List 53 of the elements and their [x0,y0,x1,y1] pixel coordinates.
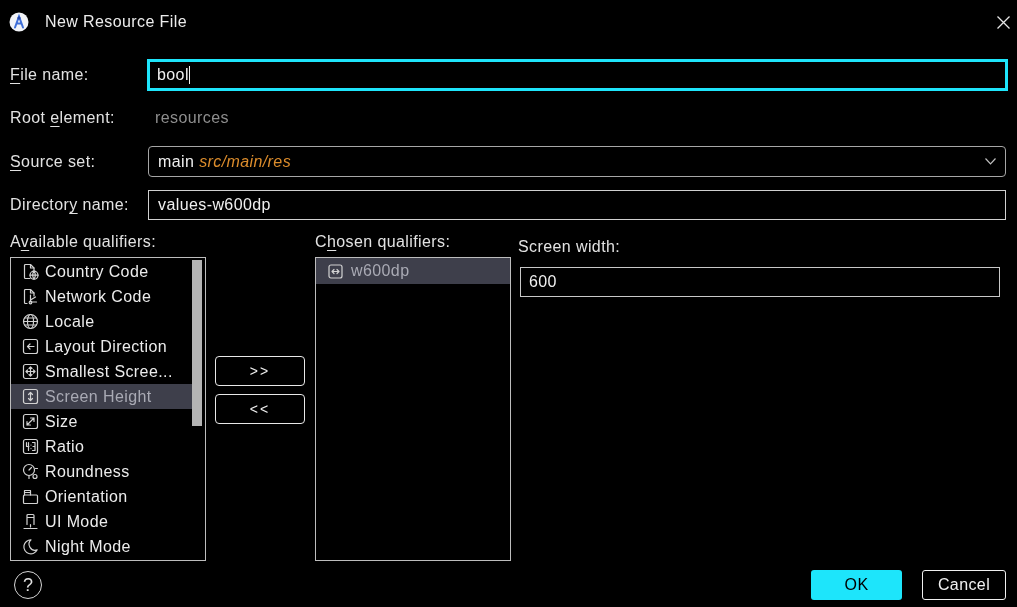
document-globe-icon [22,263,39,280]
document-branch-icon [22,288,39,305]
screen-width-field[interactable]: 600 [520,267,1000,297]
lamp-stand-icon [22,513,39,530]
horizontal-arrow-square-icon [328,263,343,279]
root-element-label: Root element: [10,108,116,128]
qualifier-list-item[interactable]: Screen Height [11,384,192,409]
ok-button[interactable]: OK [811,570,902,600]
stacked-rectangles-icon [22,488,39,505]
chosen-qualifiers-list[interactable]: w600dp [315,257,511,561]
four-arrows-square-icon [22,363,39,380]
source-set-label: Source set: [10,151,97,172]
file-name-field[interactable]: bool [147,59,1008,91]
globe-icon [22,313,39,330]
qualifier-list-item[interactable]: Country Code [11,259,192,284]
app-logo-icon [9,12,29,32]
directory-name-label: Directory name: [10,195,130,215]
vertical-arrow-square-icon [22,388,39,405]
move-button[interactable]: << [215,394,305,424]
root-element-value: resources [155,108,229,128]
qualifier-list-item[interactable]: Layout Direction [11,334,192,359]
gauge-circle-icon [22,463,39,480]
qualifier-list-item[interactable]: Roundness [11,459,192,484]
qualifier-list-item[interactable]: UI Mode [11,509,192,534]
move-button[interactable]: >> [215,356,305,386]
qualifier-list-item[interactable]: Ratio [11,434,192,459]
qualifier-list-item[interactable]: Locale [11,309,192,334]
qualifier-list-item[interactable]: Network Code [11,284,192,309]
left-arrow-square-icon [22,338,39,355]
window-title: New Resource File [45,12,187,32]
close-icon [996,15,1010,29]
available-qualifiers-label: Available qualifiers: [10,232,157,252]
crescent-moon-icon [22,538,39,555]
cancel-button[interactable]: Cancel [922,570,1006,600]
ratio-square-icon [22,438,39,455]
qualifier-list-item[interactable]: w600dp [316,258,510,284]
available-qualifiers-list[interactable]: Country Code Network Code Locale Layout Direction Smallest Scree... Screen Height Size Ratio Roundness Orientation UI Mode Night Mode [10,257,206,561]
qualifier-list-item[interactable]: Orientation [11,484,192,509]
chosen-qualifiers-label: Chosen qualifiers: [315,232,452,252]
screen-width-label: Screen width: [518,237,622,257]
scrollbar-thumb[interactable] [192,260,202,426]
qualifier-list-item[interactable]: Smallest Scree... [11,359,192,384]
text-cursor-icon [188,66,190,84]
source-set-dropdown[interactable]: main src/main/res [148,146,1006,177]
diagonal-arrow-square-icon [22,413,39,430]
qualifier-list-item[interactable]: Size [11,409,192,434]
file-name-label: File name: [10,65,90,85]
screen-width-value: 600 [529,272,557,292]
qualifier-list-item[interactable]: Night Mode [11,534,192,559]
chevron-down-icon [985,158,996,165]
directory-name-field[interactable]: values-w600dp [148,190,1006,220]
file-name-value: bool [157,65,189,85]
directory-name-value: values-w600dp [158,195,271,215]
